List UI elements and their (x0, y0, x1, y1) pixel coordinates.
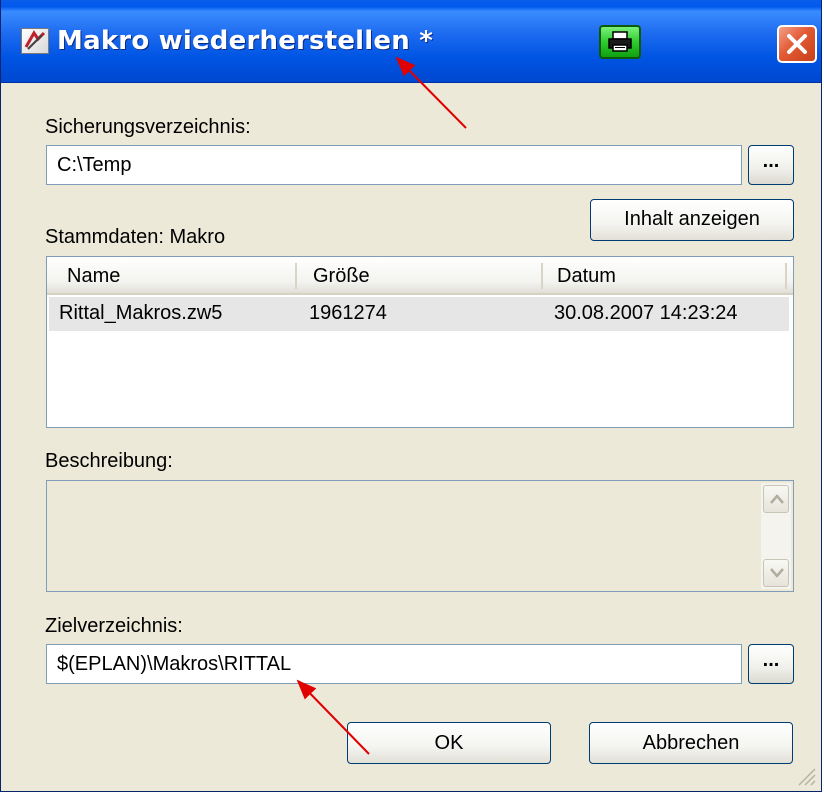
scroll-down-button[interactable] (763, 559, 789, 587)
column-divider[interactable] (541, 263, 543, 289)
cell-name: Rittal_Makros.zw5 (59, 302, 223, 324)
master-data-list[interactable]: Name Größe Datum Rittal_Makros.zw5 19612… (46, 256, 794, 428)
master-data-label: Stammdaten: Makro (45, 226, 226, 248)
description-scrollbar[interactable] (761, 483, 791, 589)
cancel-button[interactable]: Abbrechen (589, 722, 793, 764)
description-label: Beschreibung: (45, 450, 173, 472)
scroll-up-button[interactable] (763, 485, 789, 513)
backup-directory-label: Sicherungsverzeichnis: (45, 116, 251, 138)
show-content-button[interactable]: Inhalt anzeigen (590, 199, 794, 241)
print-button[interactable] (599, 25, 641, 59)
title-bar[interactable]: Makro wiederherstellen * (1, 0, 821, 83)
description-textarea[interactable] (46, 480, 794, 592)
table-row[interactable]: Rittal_Makros.zw5 1961274 30.08.2007 14:… (49, 297, 789, 331)
column-header-date[interactable]: Datum (557, 265, 616, 288)
close-icon (787, 34, 807, 54)
chevron-up-icon (770, 494, 784, 504)
cell-date: 30.08.2007 14:23:24 (554, 302, 738, 324)
target-directory-input[interactable]: $(EPLAN)\Makros\RITTAL (46, 644, 742, 684)
cell-size: 1961274 (309, 302, 387, 324)
column-divider[interactable] (785, 263, 787, 289)
column-divider[interactable] (295, 263, 297, 289)
column-header-name[interactable]: Name (67, 265, 120, 288)
ok-button[interactable]: OK (347, 722, 551, 764)
column-header-size[interactable]: Größe (313, 265, 370, 288)
backup-browse-button[interactable]: ... (748, 145, 794, 185)
list-header: Name Größe Datum (47, 257, 793, 295)
printer-icon (608, 31, 632, 52)
chevron-down-icon (770, 568, 784, 578)
backup-directory-input[interactable]: C:\Temp (46, 145, 742, 185)
macro-restore-icon (21, 28, 49, 54)
close-button[interactable] (777, 25, 817, 63)
target-browse-button[interactable]: ... (748, 644, 794, 684)
window-title: Makro wiederherstellen * (57, 26, 433, 56)
target-directory-label: Zielverzeichnis: (45, 615, 183, 637)
restore-macro-dialog: Makro wiederherstellen * Sicherungsverze… (0, 0, 822, 792)
resize-grip-icon[interactable] (795, 765, 817, 787)
